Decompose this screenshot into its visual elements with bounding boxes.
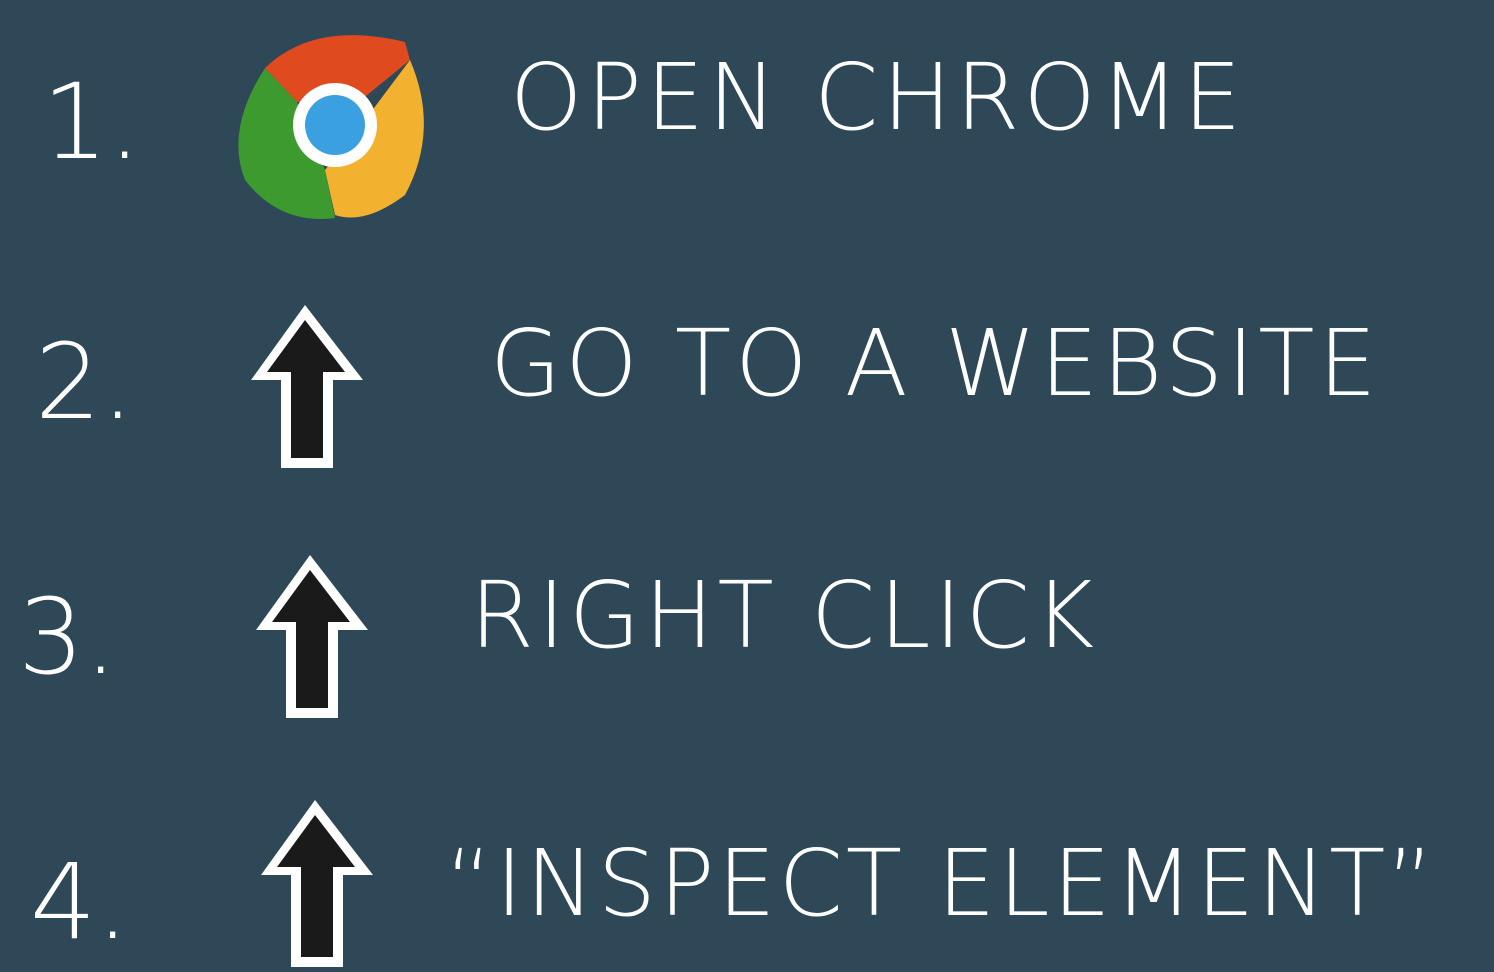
step-1-text: OPEN CHROME [510,44,1246,151]
step-2-text: GO TO A WEBSITE [490,310,1381,417]
step-1-number: 1. [42,61,142,183]
cursor-arrow-icon [245,300,370,475]
chrome-icon [225,20,440,230]
cursor-arrow-icon [250,550,375,725]
step-3-number: 3. [18,576,118,698]
step-3-text: RIGHT CLICK [470,562,1099,669]
step-2-number: 2. [35,321,135,443]
step-4-number: 4. [30,841,130,963]
cursor-arrow-icon [255,795,380,972]
steps-canvas: 1. OPEN CHROME 2. GO TO A WEBSITE 3. RIG… [0,0,1494,972]
step-4-text: “INSPECT ELEMENT” [445,830,1437,937]
